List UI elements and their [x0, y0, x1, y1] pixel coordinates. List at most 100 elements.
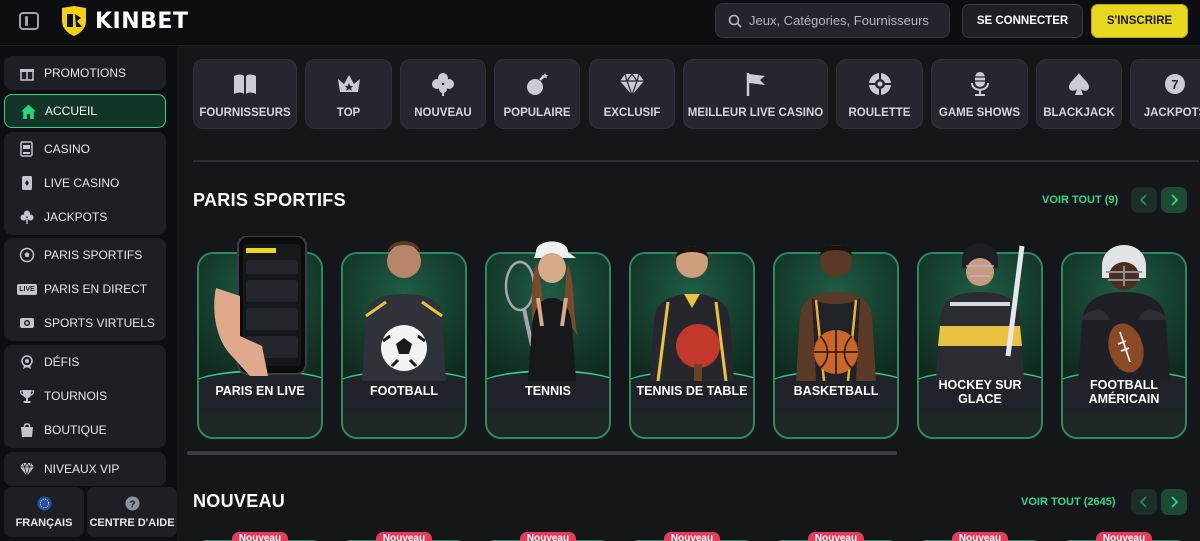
sports-next-button[interactable]: [1161, 187, 1187, 213]
tennis-player-figure-icon: [504, 241, 578, 381]
category-jackpots[interactable]: 7 JACKPOTS: [1130, 59, 1200, 129]
sidebar-item-label: JACKPOTS: [44, 210, 108, 224]
svg-text:?: ?: [129, 499, 135, 510]
new-badge: Nouveau: [520, 532, 576, 541]
sidebar-item-tournois[interactable]: TOURNOIS: [4, 379, 166, 413]
new-badge: Nouveau: [952, 532, 1008, 541]
new-badge: Nouveau: [376, 532, 432, 541]
category-label: POPULAIRE: [503, 106, 571, 119]
search-box[interactable]: [715, 3, 950, 38]
brand-logo[interactable]: KINBET: [59, 5, 188, 37]
sport-card-tennis[interactable]: TENNIS: [485, 236, 611, 439]
sidebar-item-niveaux-vip[interactable]: NIVEAUX VIP: [4, 452, 166, 486]
section-divider: [193, 160, 1199, 162]
sidebar-item-paris-en-direct[interactable]: LIVE PARIS EN DIRECT: [4, 272, 166, 306]
app-root: KINBET SE CONNECTER S'INSCRIRE PROMOTION…: [0, 0, 1200, 541]
section-title-nouveau: NOUVEAU: [193, 491, 286, 511]
sport-card-paris-en-live[interactable]: PARIS EN LIVE: [197, 236, 323, 439]
sidebar-item-jackpots[interactable]: JACKPOTS: [4, 200, 166, 234]
category-label: JACKPOTS: [1143, 106, 1200, 119]
login-button[interactable]: SE CONNECTER: [962, 4, 1083, 38]
phone-in-hand-icon: [214, 236, 307, 376]
sidebar-item-label: PROMOTIONS: [44, 66, 127, 80]
shield-logo-icon: [62, 6, 86, 36]
roulette-icon: [868, 72, 891, 95]
slot-machine-icon: [18, 140, 36, 158]
sport-card-basketball[interactable]: BASKETBALL: [773, 236, 899, 439]
soccer-ball-icon: [18, 246, 36, 264]
footballer-figure-icon: [362, 241, 446, 381]
eu-flag-icon: [36, 495, 52, 511]
diamond-icon: [18, 460, 36, 478]
trophy-icon: [18, 387, 36, 405]
category-roulette[interactable]: ROULETTE: [836, 59, 923, 129]
category-label: GAME SHOWS: [938, 106, 1021, 119]
see-all-sports-link[interactable]: VOIR TOUT (9): [1042, 194, 1118, 206]
sidebar-item-label: TOURNOIS: [44, 389, 108, 403]
gift-icon: [18, 64, 36, 82]
category-game-shows[interactable]: GAME SHOWS: [931, 59, 1028, 129]
category-fournisseurs[interactable]: FOURNISSEURS: [193, 59, 297, 129]
category-populaire[interactable]: POPULAIRE: [494, 59, 580, 129]
search-input[interactable]: [749, 13, 944, 28]
sidebar-item-label: NIVEAUX VIP: [44, 462, 120, 476]
top-header: KINBET SE CONNECTER S'INSCRIRE: [0, 0, 1200, 46]
sidebar-item-live-casino[interactable]: LIVE CASINO: [4, 166, 166, 200]
microphone-icon: [970, 71, 989, 96]
language-selector[interactable]: FRANÇAIS: [4, 487, 84, 537]
card-title: HOCKEY SUR GLACE: [938, 378, 1022, 406]
table-tennis-player-figure-icon: [650, 246, 734, 381]
medal-icon: [18, 353, 36, 371]
signup-button[interactable]: S'INSCRIRE: [1091, 4, 1188, 38]
sidebar-item-defis[interactable]: DÉFIS: [4, 345, 166, 379]
category-nouveau[interactable]: NOUVEAU: [400, 59, 486, 129]
sport-card-hockey-sur-glace[interactable]: HOCKEY SUR GLACE: [917, 236, 1043, 439]
sport-card-football[interactable]: FOOTBALL: [341, 236, 467, 439]
sidebar-item-accueil[interactable]: ACCUEIL: [4, 94, 166, 128]
diamond-icon: [620, 72, 644, 97]
clover-icon: [18, 208, 36, 226]
category-top[interactable]: TOP: [305, 59, 392, 129]
crown-icon: [337, 74, 360, 92]
sport-card-football-americain[interactable]: FOOTBALL AMÉRICAIN: [1061, 236, 1187, 439]
virtual-sports-icon: [18, 314, 36, 332]
help-center-button[interactable]: ? CENTRE D'AIDE: [87, 487, 177, 537]
category-exclusif[interactable]: EXCLUSIF: [589, 59, 675, 129]
chevron-right-icon: [1171, 496, 1179, 508]
help-label: CENTRE D'AIDE: [89, 516, 175, 529]
sport-card-tennis-de-table[interactable]: TENNIS DE TABLE: [629, 236, 755, 439]
bomb-icon: [527, 72, 548, 95]
see-all-new-link[interactable]: VOIR TOUT (2645): [1021, 496, 1116, 508]
sidebar-item-sports-virtuels[interactable]: SPORTS VIRTUELS: [4, 306, 166, 340]
new-badge: Nouveau: [1096, 532, 1152, 541]
category-label: MEILLEUR LIVE CASINO: [687, 106, 824, 119]
sidebar-item-boutique[interactable]: BOUTIQUE: [4, 413, 166, 447]
category-blackjack[interactable]: BLACKJACK: [1036, 59, 1122, 129]
sidebar-item-paris-sportifs[interactable]: PARIS SPORTIFS: [4, 238, 166, 272]
brand-name: KINBET: [95, 8, 189, 34]
sidebar-toggle-icon[interactable]: [19, 12, 39, 30]
new-badge: Nouveau: [232, 532, 288, 541]
sports-prev-button[interactable]: [1131, 187, 1157, 213]
american-football-player-figure-icon: [1078, 245, 1170, 381]
card-title: BASKETBALL: [793, 384, 879, 398]
horizontal-scrollbar[interactable]: [187, 451, 897, 455]
card-title: FOOTBALL AMÉRICAIN: [1088, 378, 1160, 406]
category-label: NOUVEAU: [414, 106, 472, 119]
sidebar-item-casino[interactable]: CASINO: [4, 132, 166, 166]
card-title: TENNIS: [525, 384, 571, 398]
home-icon: [19, 102, 37, 120]
sidebar-item-promotions[interactable]: PROMOTIONS: [4, 56, 166, 90]
new-badge: Nouveau: [664, 532, 720, 541]
new-badge: Nouveau: [808, 532, 864, 541]
sidebar-item-label: DÉFIS: [44, 355, 80, 369]
basketball-player-figure-icon: [796, 245, 876, 381]
new-next-button[interactable]: [1161, 489, 1187, 515]
sidebar-item-label: BOUTIQUE: [44, 423, 107, 437]
spade-icon: [1069, 72, 1089, 95]
section-title-paris-sportifs: PARIS SPORTIFS: [193, 190, 346, 210]
card-title: TENNIS DE TABLE: [636, 384, 748, 398]
new-prev-button[interactable]: [1131, 489, 1157, 515]
category-label: TOP: [336, 106, 361, 119]
category-meilleur-live-casino[interactable]: MEILLEUR LIVE CASINO: [683, 59, 828, 129]
